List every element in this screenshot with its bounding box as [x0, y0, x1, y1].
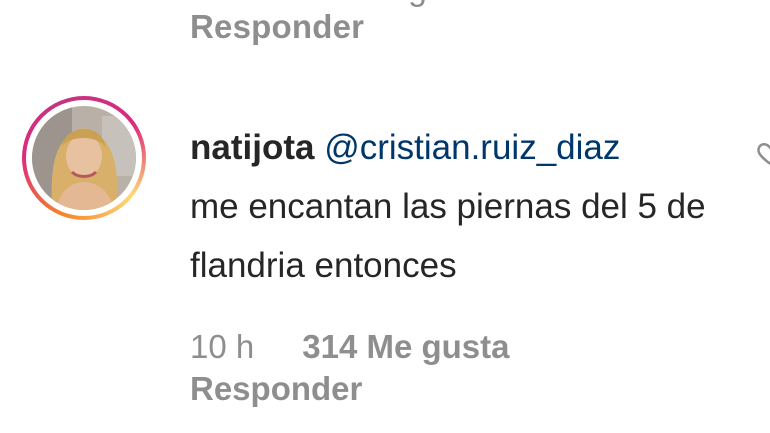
comment-text: me encantan las piernas del 5 de flandri… [190, 187, 706, 285]
comment-likes[interactable]: 314 Me gusta [302, 328, 509, 366]
heart-icon-shape [757, 142, 770, 166]
avatar[interactable] [32, 106, 136, 210]
previous-comment-text-fragment: g [408, 0, 427, 9]
avatar-image [32, 106, 136, 210]
story-ring[interactable] [22, 96, 146, 220]
reply-button[interactable]: Responder [190, 370, 362, 408]
comment-body: natijota @cristian.ruiz_diaz me encantan… [190, 118, 730, 295]
comment-username[interactable]: natijota [190, 128, 314, 167]
comment-time[interactable]: 10 h [190, 328, 254, 366]
heart-icon[interactable] [756, 138, 770, 168]
comment-mention[interactable]: @cristian.ruiz_diaz [324, 128, 620, 167]
comment-meta: 10 h 314 Me gusta [190, 328, 509, 366]
previous-reply-button[interactable]: Responder [190, 8, 364, 46]
avatar-border [26, 100, 142, 216]
